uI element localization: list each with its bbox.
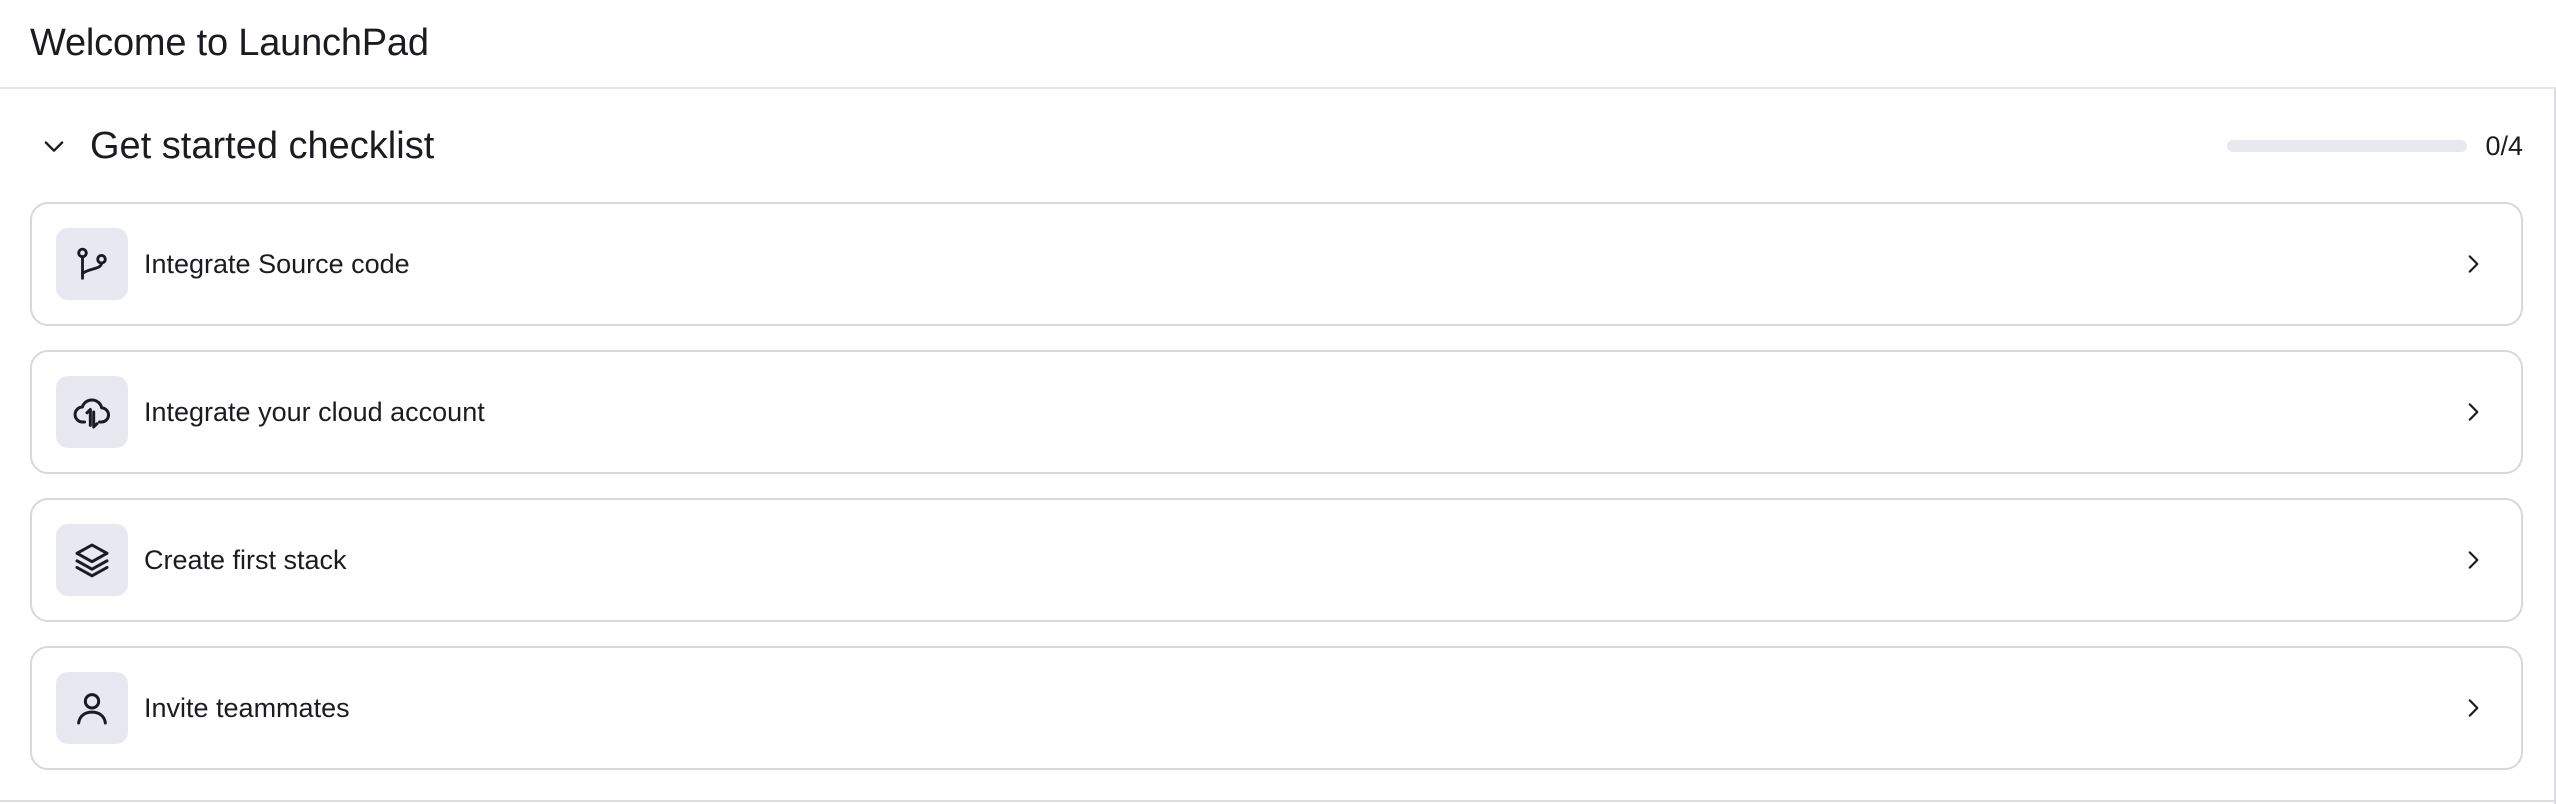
panel-bottom-border: [0, 800, 2556, 802]
chevron-right-icon: [2455, 246, 2491, 282]
checklist-item-label: Create first stack: [144, 544, 347, 575]
page-title: Welcome to LaunchPad: [30, 22, 429, 64]
checklist-title: Get started checklist: [90, 124, 435, 167]
checklist-item-integrate-cloud-account[interactable]: Integrate your cloud account: [30, 350, 2523, 474]
git-branch-icon: [77, 247, 107, 280]
page-header: Welcome to LaunchPad: [0, 0, 2556, 89]
checklist-item-label: Integrate your cloud account: [144, 396, 485, 427]
item-icon-tile: [56, 672, 128, 744]
chevron-right-icon: [2455, 690, 2491, 726]
checklist-items: Integrate Source code Integrate your clo…: [30, 202, 2523, 794]
checklist-item-label: Integrate Source code: [144, 248, 410, 279]
item-icon-tile: [56, 228, 128, 300]
chevron-down-icon: [44, 141, 64, 152]
item-icon-tile: [56, 524, 128, 596]
checklist-collapse-toggle[interactable]: [30, 122, 78, 170]
cloud-upload-icon: [73, 398, 110, 429]
launchpad-page: Welcome to LaunchPad Get started checkli…: [0, 0, 2556, 804]
user-icon: [77, 693, 107, 725]
layers-icon: [75, 543, 109, 578]
progress-bar: [2227, 140, 2468, 152]
checklist-item-invite-teammates[interactable]: Invite teammates: [30, 646, 2523, 770]
checklist-item-integrate-source-code[interactable]: Integrate Source code: [30, 202, 2523, 326]
progress-count: 0/4: [2485, 130, 2523, 161]
checklist-item-label: Invite teammates: [144, 692, 350, 723]
chevron-right-icon: [2455, 394, 2491, 430]
item-icon-tile: [56, 376, 128, 448]
checklist-item-create-first-stack[interactable]: Create first stack: [30, 498, 2523, 622]
checklist-header: Get started checklist 0/4: [30, 112, 2523, 180]
checklist-progress: 0/4: [2227, 131, 2523, 162]
chevron-right-icon: [2455, 542, 2491, 578]
